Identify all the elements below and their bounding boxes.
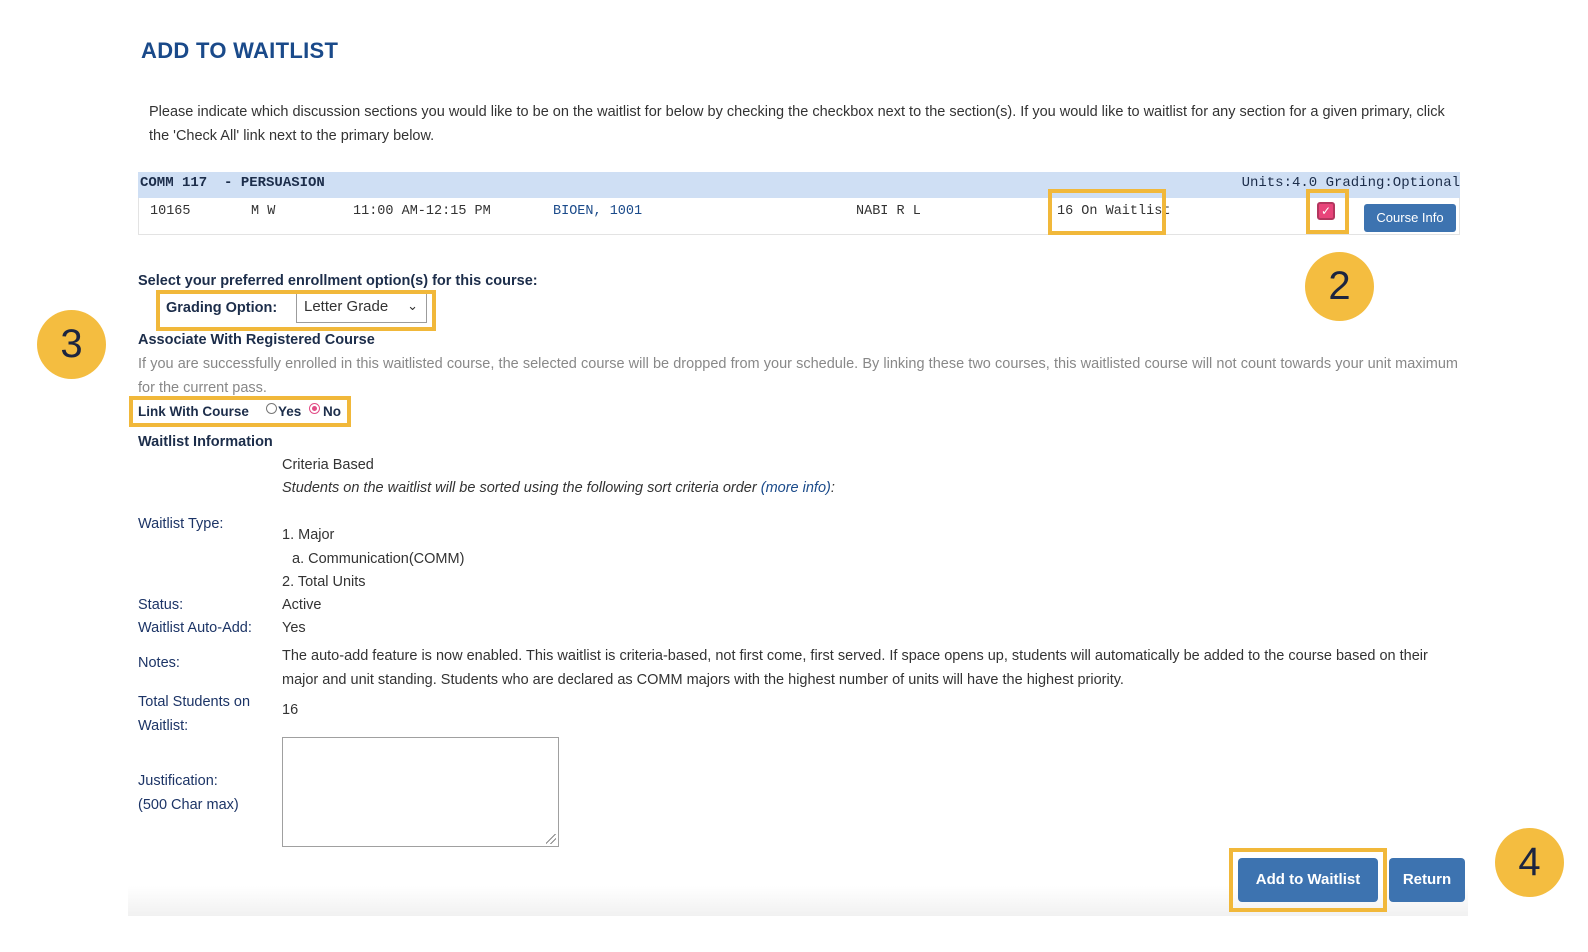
notes-label: Notes: — [138, 655, 180, 671]
highlight-add-button — [1229, 848, 1387, 912]
enrollment-heading: Select your preferred enrollment option(… — [138, 273, 538, 289]
sort-criteria-sentence: Students on the waitlist will be sorted … — [282, 480, 761, 496]
highlight-checkbox — [1306, 189, 1349, 234]
course-title: COMM 117 - PERSUASION — [140, 175, 325, 191]
waitlist-info-heading: Waitlist Information — [138, 434, 273, 450]
step-3-marker: 3 — [37, 310, 106, 379]
units-grading: Units:4.0 Grading:Optional — [1241, 175, 1460, 191]
more-info-link[interactable]: (more info) — [761, 480, 831, 496]
status-label: Status: — [138, 597, 184, 613]
associate-description: If you are successfully enrolled in this… — [138, 356, 1458, 396]
criteria-major: 1. Major — [282, 527, 335, 543]
step-4-marker: 4 — [1495, 828, 1564, 897]
course-info-button[interactable]: Course Info — [1364, 204, 1456, 232]
waitlist-type-value: Criteria Based — [282, 457, 374, 473]
sort-criteria-text: Students on the waitlist will be sorted … — [282, 480, 835, 496]
total-students-label: Total Students on Waitlist: — [138, 694, 251, 734]
section-instructor: NABI R L — [856, 204, 921, 219]
page-title: ADD TO WAITLIST — [141, 38, 339, 63]
auto-add-value: Yes — [282, 620, 306, 636]
justification-textarea[interactable] — [282, 737, 559, 847]
justification-hint: (500 Char max) — [138, 797, 239, 813]
sort-criteria-colon: : — [830, 480, 835, 496]
step-2-marker: 2 — [1305, 252, 1374, 321]
section-time: 11:00 AM-12:15 PM — [353, 204, 491, 219]
resize-grip-icon[interactable] — [546, 834, 556, 844]
total-students-value: 16 — [282, 702, 299, 718]
auto-add-label: Waitlist Auto-Add: — [138, 620, 252, 636]
return-button[interactable]: Return — [1389, 858, 1465, 902]
associate-heading: Associate With Registered Course — [138, 332, 375, 348]
section-days: M W — [251, 204, 276, 219]
criteria-major-comm: a. Communication(COMM) — [292, 551, 465, 567]
criteria-total-units: 2. Total Units — [282, 574, 366, 590]
intro-text: Please indicate which discussion section… — [149, 104, 1445, 144]
section-location-link[interactable]: BIOEN, 1001 — [553, 204, 642, 219]
waitlist-type-label: Waitlist Type: — [138, 516, 224, 532]
highlight-link-with-course — [129, 396, 351, 427]
justification-label: Justification: — [138, 773, 218, 789]
notes-value: The auto-add feature is now enabled. Thi… — [282, 648, 1428, 688]
section-id: 10165 — [150, 204, 191, 219]
highlight-grading-option — [156, 290, 436, 331]
status-value: Active — [282, 597, 322, 613]
section-row — [138, 198, 1460, 235]
highlight-waitlist-count — [1048, 189, 1166, 235]
